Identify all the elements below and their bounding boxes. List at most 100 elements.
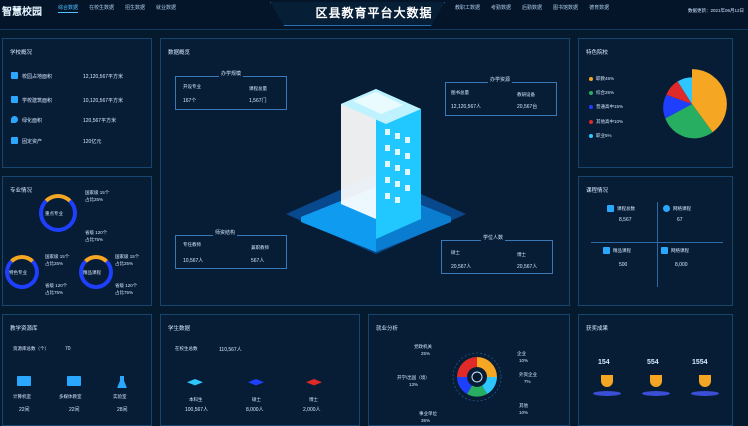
nav-tab-attendance[interactable]: 考勤数据 xyxy=(491,4,511,11)
resource-value: 22间 xyxy=(69,407,80,413)
major-province-pct: 占比75% xyxy=(45,290,64,295)
course-value: 8,000 xyxy=(675,262,688,268)
stat-label: 开设专业 xyxy=(183,84,201,89)
asset-icon xyxy=(11,137,18,144)
computer-icon xyxy=(17,376,31,386)
graduation-cap-icon xyxy=(187,379,203,386)
data-overview-panel: 数据概览 办学规模 开设专业 167个 课程总量 1,567门 办学资源 图书总… xyxy=(160,38,570,306)
employment-value: 10% xyxy=(519,358,529,363)
panel-title: 学校概况 xyxy=(10,50,33,56)
overview-label: 学校建筑面积 xyxy=(22,98,53,104)
award-value: 154 xyxy=(598,359,610,366)
course-label: 网络课程 xyxy=(673,206,691,211)
legend-dot xyxy=(589,77,593,81)
trophy-icon xyxy=(601,375,613,387)
course-value: 8,567 xyxy=(619,217,632,223)
resource-count-label: 资源库总数（个） xyxy=(13,346,49,351)
nav-tab-logistics[interactable]: 后勤数据 xyxy=(522,4,542,11)
book-icon xyxy=(607,205,614,212)
stat-value: 20,567人 xyxy=(451,264,472,270)
graduation-cap-icon xyxy=(248,379,264,386)
panel-title: 就业分析 xyxy=(376,326,399,332)
stat-label: 课程总量 xyxy=(249,86,267,91)
student-label: 硕士 xyxy=(252,397,261,402)
major-name: 重点专业 xyxy=(45,211,63,216)
awards-panel: 获奖成果 154 554 1554 xyxy=(578,314,733,426)
box-title: 办学资源 xyxy=(488,76,513,83)
stat-value: 20,567人 xyxy=(517,264,538,270)
employment-value: 35% xyxy=(421,418,431,423)
award-value: 1554 xyxy=(692,359,708,366)
employment-value: 7% xyxy=(524,379,531,384)
course-label: 精品课程 xyxy=(613,248,631,253)
resource-label: 实验室 xyxy=(113,394,127,399)
employment-value: 10% xyxy=(519,410,529,415)
panel-title: 专业情况 xyxy=(10,188,33,194)
nav-tab-moral[interactable]: 德育数据 xyxy=(589,4,609,11)
land-icon xyxy=(11,72,18,79)
legend-label: 综合25% xyxy=(596,90,615,95)
course-label: 网络课程 xyxy=(671,248,689,253)
feature-pie-chart xyxy=(663,69,727,139)
major-name: 特色专业 xyxy=(9,270,27,275)
overview-value: 12,120,567平方米 xyxy=(83,74,124,80)
major-national-pct: 占比25% xyxy=(85,197,104,202)
employment-value: 13% xyxy=(409,382,419,387)
resource-label: 多媒体教室 xyxy=(59,394,82,399)
nav-tab-staff[interactable]: 教职工数据 xyxy=(455,4,480,11)
legend-dot xyxy=(589,134,593,138)
student-label: 博士 xyxy=(309,397,318,402)
trophy-icon xyxy=(699,375,711,387)
open-book-icon xyxy=(603,247,610,254)
overview-value: 10,120,567平方米 xyxy=(83,98,124,104)
teaching-resources-panel: 教学资源库 资源库总数（个） 70 计算机室 22间 多媒体教室 22间 实验室… xyxy=(2,314,152,426)
page-title: 区县教育平台大数据 xyxy=(315,6,433,20)
trophy-icon xyxy=(650,375,662,387)
major-national: 国家级 15个 xyxy=(45,254,70,259)
overview-label: 固定资产 xyxy=(22,139,43,145)
institution-icon xyxy=(661,247,668,254)
stat-value: 1,567门 xyxy=(249,98,267,104)
overview-label: 绿化面积 xyxy=(22,118,43,124)
student-total-label: 在校生总数 xyxy=(175,346,198,351)
major-national: 国家级 15个 xyxy=(115,254,140,259)
major-province-pct: 占比75% xyxy=(85,237,104,242)
panel-title: 课程情况 xyxy=(586,188,609,194)
major-national: 国家级 15个 xyxy=(85,190,110,195)
student-value: 8,000人 xyxy=(246,407,264,413)
box-title: 办学规模 xyxy=(219,70,244,77)
legend-label: 其他高中10% xyxy=(596,119,624,124)
video-icon xyxy=(67,376,81,386)
employment-label: 党政机关 xyxy=(414,344,432,349)
building-icon xyxy=(11,96,18,103)
nav-tab-library[interactable]: 图书馆数据 xyxy=(553,4,578,11)
stat-value: 20,567台 xyxy=(517,104,538,110)
employment-donut-chart xyxy=(452,352,502,402)
student-value: 100,567人 xyxy=(185,407,209,413)
student-label: 本科生 xyxy=(189,397,203,402)
panel-title: 获奖成果 xyxy=(586,326,609,332)
stat-label: 兼职教师 xyxy=(251,245,269,250)
employment-value: 25% xyxy=(421,351,431,356)
employment-label: 企业 xyxy=(517,351,526,356)
top-header: 智慧校园 综合数据 在校生数据 招生数据 就业数据 区县教育平台大数据 教职工数据 考勤… xyxy=(0,0,748,30)
globe-icon xyxy=(663,205,670,212)
divider xyxy=(657,202,658,287)
major-national-pct: 占比25% xyxy=(115,261,134,266)
legend-label: 职教45% xyxy=(596,76,615,81)
stat-label: 博士 xyxy=(517,252,526,257)
major-province: 省级 120个 xyxy=(115,283,138,288)
major-province-pct: 占比75% xyxy=(115,290,134,295)
overview-label: 校园占地面积 xyxy=(22,74,53,80)
student-total: 110,567人 xyxy=(219,347,242,353)
drop-icon xyxy=(11,116,18,123)
pedestal xyxy=(593,391,621,396)
stat-value: 167个 xyxy=(183,98,197,104)
resource-label: 计算机室 xyxy=(13,394,31,399)
panel-title: 特色院校 xyxy=(586,50,609,56)
major-province: 省级 120个 xyxy=(85,230,108,235)
courses-panel: 课程情况 课程总数 8,567 网络课程 67 精品课程 500 网络课程 8,… xyxy=(578,176,733,306)
stat-value: 10,567人 xyxy=(183,258,204,264)
course-value: 67 xyxy=(677,217,683,223)
students-panel: 学生数据 在校生总数 110,567人 本科生 100,567人 硕士 8,00… xyxy=(160,314,360,426)
